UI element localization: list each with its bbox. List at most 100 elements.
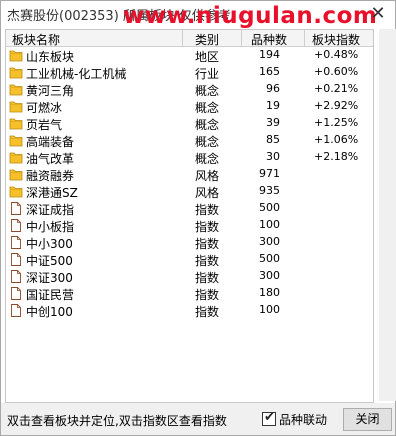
sector-name: 黄河三角 <box>26 84 75 98</box>
header-count[interactable]: 品种数 <box>251 31 287 48</box>
sector-count: 85 <box>266 133 280 146</box>
header-divider <box>304 30 305 46</box>
sector-count: 180 <box>259 286 280 299</box>
title-bar: 杰赛股份(002353) 所属板块 仅供参考 www.niugulan.com ✕ <box>1 1 395 29</box>
table-row[interactable]: 中创100 指数 100 <box>6 302 373 319</box>
sector-name: 中创100 <box>26 305 73 319</box>
sector-category: 风格 <box>195 169 220 183</box>
document-icon <box>11 253 21 266</box>
table-row[interactable]: 深证300 指数 300 <box>6 268 373 285</box>
sector-category: 风格 <box>195 186 220 200</box>
table-row[interactable]: 国证民营 指数 180 <box>6 285 373 302</box>
table-row[interactable]: 工业机械-化工机械 行业 165 +0.60% <box>6 64 373 81</box>
header-sector-name[interactable]: 板块名称 <box>12 31 60 48</box>
document-icon <box>11 287 21 300</box>
sector-category: 指数 <box>195 305 220 319</box>
header-sector-index[interactable]: 板块指数 <box>312 31 360 48</box>
folder-icon <box>9 135 23 147</box>
table-row[interactable]: 融资融券 风格 971 <box>6 166 373 183</box>
sector-name: 深证成指 <box>26 203 75 217</box>
table-row[interactable]: 可燃冰 概念 19 +2.92% <box>6 98 373 115</box>
dialog-window: 杰赛股份(002353) 所属板块 仅供参考 www.niugulan.com ✕… <box>0 0 396 436</box>
table-row[interactable]: 中证500 指数 500 <box>6 251 373 268</box>
sector-table: 板块名称 类别 品种数 板块指数 山东板块 地区 194 +0.48% 工业机械-化工机… <box>5 29 374 403</box>
sector-name: 油气改革 <box>26 152 75 166</box>
sector-category: 指数 <box>195 203 220 217</box>
document-icon <box>11 236 21 249</box>
folder-icon <box>9 186 23 198</box>
sector-name: 可燃冰 <box>26 101 63 115</box>
sector-count: 96 <box>266 82 280 95</box>
folder-icon <box>9 118 23 130</box>
sector-count: 39 <box>266 116 280 129</box>
sector-count: 300 <box>259 235 280 248</box>
sector-index: +0.60% <box>314 65 359 78</box>
watermark-text: www.niugulan.com <box>123 3 378 29</box>
sector-name: 高端装备 <box>26 135 75 149</box>
document-icon <box>11 304 21 317</box>
folder-icon <box>9 152 23 164</box>
sector-category: 行业 <box>195 67 220 81</box>
folder-icon <box>9 169 23 181</box>
sector-count: 100 <box>259 218 280 231</box>
table-row[interactable]: 山东板块 地区 194 +0.48% <box>6 47 373 64</box>
header-category[interactable]: 类别 <box>195 31 219 48</box>
table-row[interactable]: 高端装备 概念 85 +1.06% <box>6 132 373 149</box>
sector-count: 500 <box>259 252 280 265</box>
sector-name: 页岩气 <box>26 118 63 132</box>
table-header: 板块名称 类别 品种数 板块指数 <box>6 30 373 47</box>
sector-category: 概念 <box>195 118 220 132</box>
sector-count: 194 <box>259 48 280 61</box>
sector-count: 100 <box>259 303 280 316</box>
sector-count: 500 <box>259 201 280 214</box>
vertical-scroll-area[interactable] <box>379 29 396 401</box>
table-row[interactable]: 黄河三角 概念 96 +0.21% <box>6 81 373 98</box>
sector-name: 山东板块 <box>26 50 75 64</box>
folder-icon <box>9 84 23 96</box>
sector-name: 融资融券 <box>26 169 75 183</box>
sector-count: 971 <box>259 167 280 180</box>
document-icon <box>11 270 21 283</box>
checkmark-icon: ✔ <box>264 410 275 425</box>
sector-name: 深证300 <box>26 271 73 285</box>
sector-count: 300 <box>259 269 280 282</box>
sector-index: +2.18% <box>314 150 359 163</box>
sector-category: 地区 <box>195 50 220 64</box>
title-close-icon[interactable]: ✕ <box>367 3 389 25</box>
table-row[interactable]: 页岩气 概念 39 +1.25% <box>6 115 373 132</box>
document-icon <box>11 202 21 215</box>
sector-name: 中小300 <box>26 237 73 251</box>
sector-index: +0.48% <box>314 48 359 61</box>
table-row[interactable]: 深证成指 指数 500 <box>6 200 373 217</box>
sector-count: 935 <box>259 184 280 197</box>
footer-bar: 双击查看板块并定位,双击指数区查看指数 ✔ 品种联动 关闭 <box>1 403 395 435</box>
sector-index: +1.06% <box>314 133 359 146</box>
sector-name: 深港通SZ <box>26 186 78 200</box>
header-divider <box>241 30 242 46</box>
sector-count: 30 <box>266 150 280 163</box>
folder-icon <box>9 50 23 62</box>
variety-link-label[interactable]: 品种联动 <box>279 411 327 428</box>
table-row[interactable]: 中小300 指数 300 <box>6 234 373 251</box>
sector-category: 概念 <box>195 101 220 115</box>
sector-category: 概念 <box>195 152 220 166</box>
sector-count: 19 <box>266 99 280 112</box>
sector-category: 概念 <box>195 84 220 98</box>
table-row[interactable]: 油气改革 概念 30 +2.18% <box>6 149 373 166</box>
table-row[interactable]: 中小板指 指数 100 <box>6 217 373 234</box>
sector-index: +1.25% <box>314 116 359 129</box>
sector-index: +2.92% <box>314 99 359 112</box>
table-row[interactable]: 深港通SZ 风格 935 <box>6 183 373 200</box>
folder-icon <box>9 67 23 79</box>
sector-category: 指数 <box>195 254 220 268</box>
close-button[interactable]: 关闭 <box>343 408 392 431</box>
sector-index: +0.21% <box>314 82 359 95</box>
sector-name: 中小板指 <box>26 220 75 234</box>
variety-link-checkbox[interactable]: ✔ <box>262 410 276 426</box>
usage-hint: 双击查看板块并定位,双击指数区查看指数 <box>7 414 227 428</box>
sector-name: 中证500 <box>26 254 73 268</box>
sector-category: 概念 <box>195 135 220 149</box>
sector-category: 指数 <box>195 271 220 285</box>
sector-category: 指数 <box>195 220 220 234</box>
sector-category: 指数 <box>195 237 220 251</box>
